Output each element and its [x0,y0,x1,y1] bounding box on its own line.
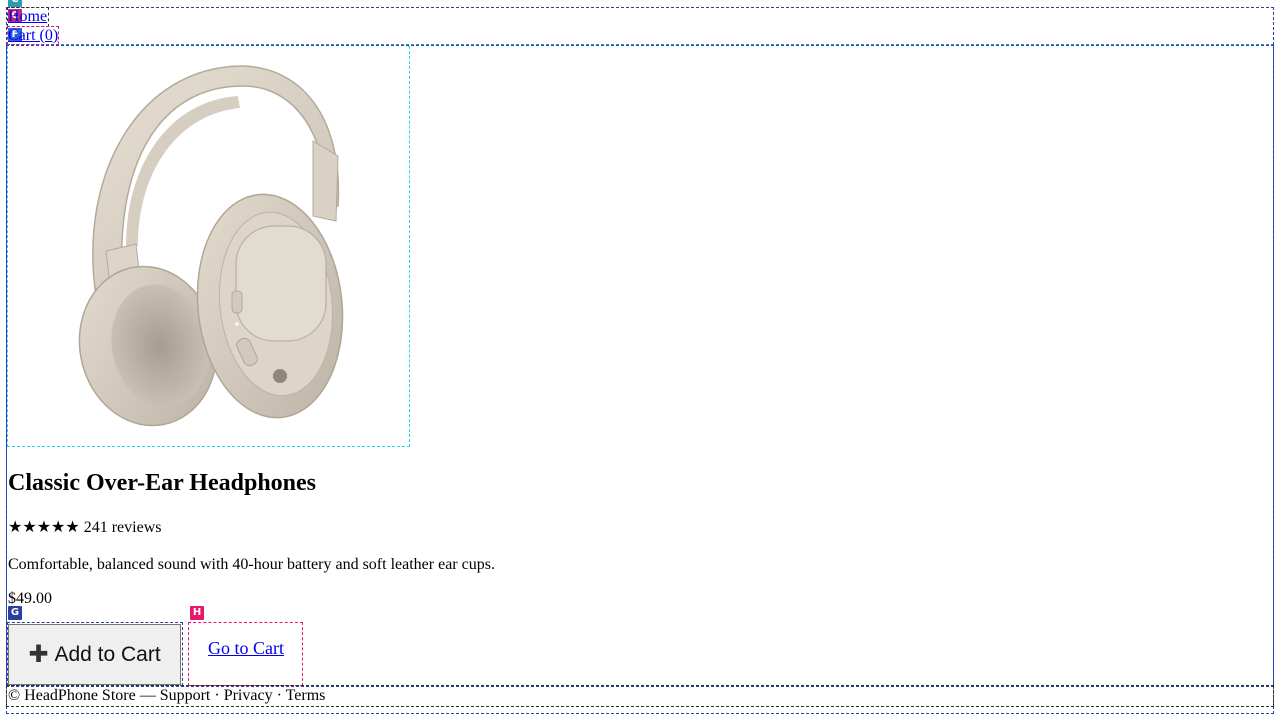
review-count: 241 reviews [83,519,162,536]
footer-separator: — [139,687,156,704]
footer-copyright: © HeadPhone Store [8,687,136,704]
product-rating: ★★★★★ 241 reviews [8,518,161,538]
footer-dot: · [214,687,220,704]
headphones-icon [78,65,344,427]
go-to-cart-link[interactable]: Go to Cart [208,638,284,658]
footer-link-support[interactable]: Support [160,687,211,704]
footer-link-terms[interactable]: Terms [286,687,326,704]
nav-cart-link[interactable]: Cart (0) [8,27,58,45]
product-image [8,46,408,446]
product-title: Classic Over-Ear Headphones [8,470,317,496]
footer: © HeadPhone Store — Support · Privacy · … [8,686,325,706]
annotation-box-header [6,7,1274,45]
add-to-cart-button[interactable]: ✚ Add to Cart [8,624,181,685]
add-to-cart-label: Add to Cart [54,642,161,666]
annotation-tag: H [190,606,204,620]
product-description: Comfortable, balanced sound with 40-hour… [8,556,495,573]
plus-icon: ✚ [28,640,49,668]
nav-home-link[interactable]: Home [8,8,47,26]
rating-stars-icon: ★★★★★ [8,519,80,536]
footer-link-privacy[interactable]: Privacy [224,687,273,704]
footer-dot: · [276,687,282,704]
annotation-tag: C [8,0,22,7]
product-price: $49.00 [8,590,52,607]
